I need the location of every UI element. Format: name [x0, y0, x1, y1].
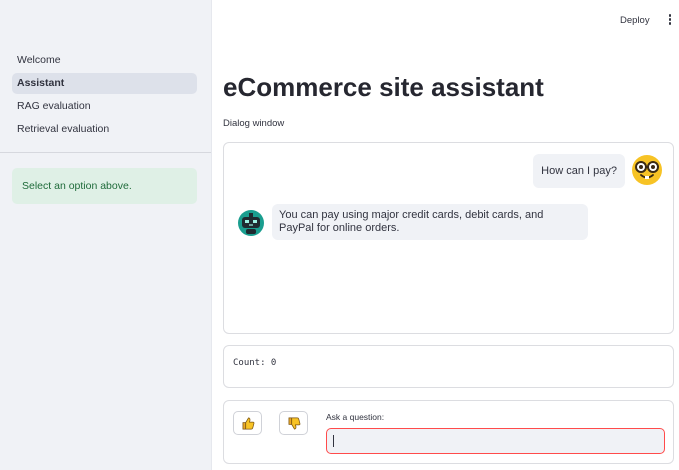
sidebar-item-rag-evaluation[interactable]: RAG evaluation [12, 96, 197, 117]
sidebar-divider [0, 152, 211, 153]
assistant-message: You can pay using major credit cards, de… [272, 204, 588, 240]
thumbs-up-button[interactable] [233, 411, 262, 435]
sidebar-info-box: Select an option above. [12, 168, 197, 204]
sidebar-item-retrieval-evaluation[interactable]: Retrieval evaluation [12, 119, 197, 140]
nerd-face-icon [631, 154, 663, 186]
question-input[interactable] [326, 428, 665, 454]
deploy-button[interactable]: Deploy [620, 13, 650, 29]
page-title: eCommerce site assistant [223, 72, 544, 102]
chat-container: How can I pay? You can pay using major c… [223, 142, 674, 334]
thumbs-up-icon [242, 417, 255, 430]
count-text: Count: 0 [233, 358, 277, 368]
thumbs-down-button[interactable] [279, 411, 308, 435]
question-form: Ask a question: [223, 400, 674, 464]
count-container: Count: 0 [223, 345, 674, 388]
thumbs-down-icon [288, 417, 301, 430]
app: Welcome Assistant RAG evaluation Retriev… [0, 0, 679, 470]
text-cursor [333, 435, 334, 447]
vertical-dots-icon[interactable] [667, 14, 673, 28]
robot-icon [237, 209, 265, 237]
sidebar-nav: Welcome Assistant RAG evaluation Retriev… [12, 50, 197, 142]
dialog-subtitle: Dialog window [223, 118, 285, 129]
ask-question-label: Ask a question: [326, 412, 385, 422]
sidebar: Welcome Assistant RAG evaluation Retriev… [0, 0, 212, 470]
user-message: How can I pay? [533, 154, 625, 188]
sidebar-item-assistant[interactable]: Assistant [12, 73, 197, 94]
sidebar-item-welcome[interactable]: Welcome [12, 50, 197, 71]
